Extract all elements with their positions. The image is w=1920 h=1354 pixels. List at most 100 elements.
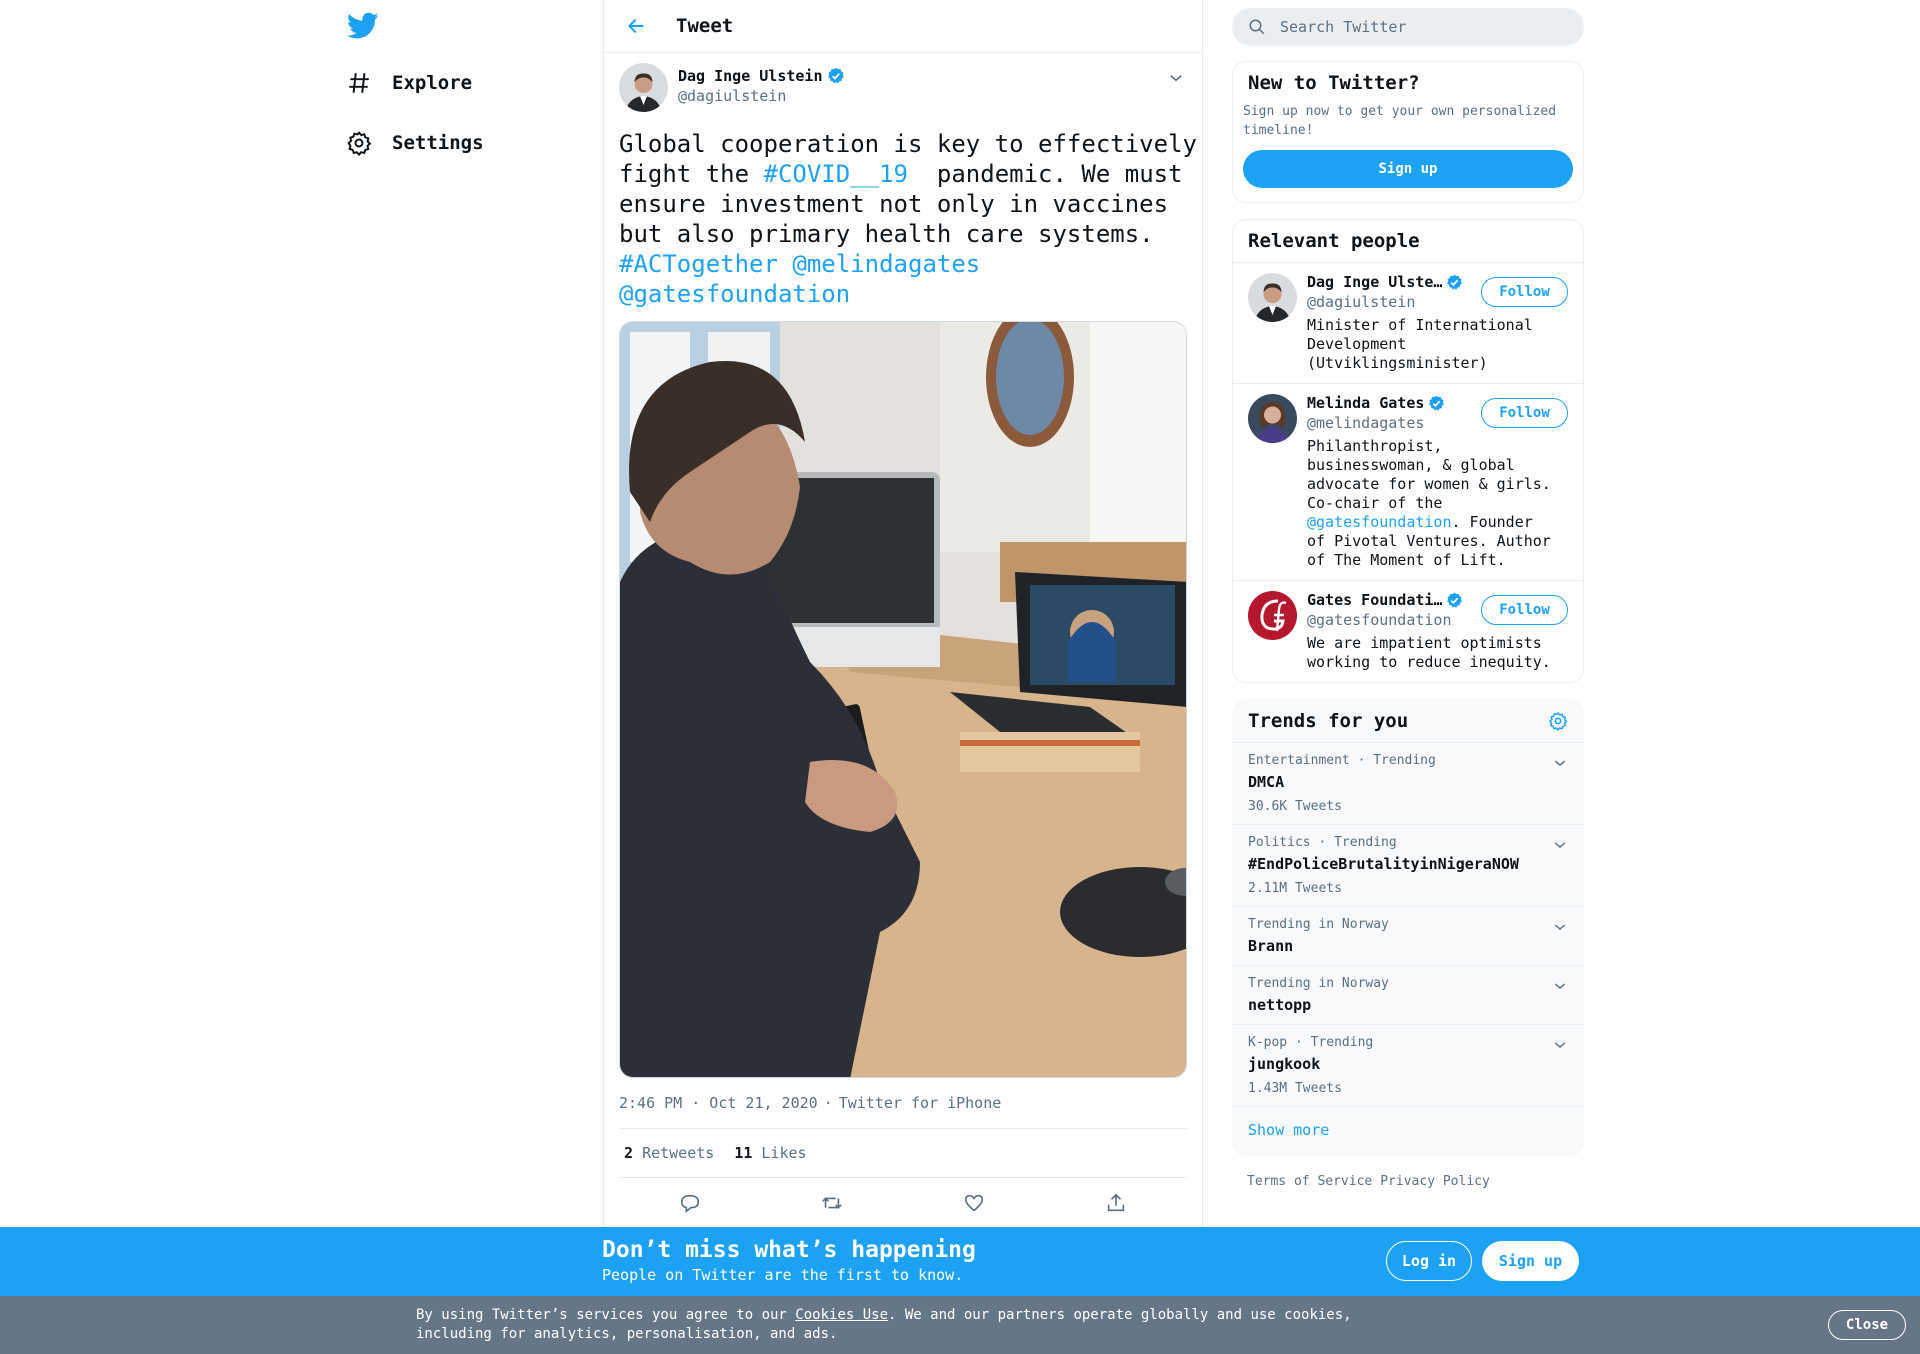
trend-name: nettopp	[1248, 996, 1312, 1014]
tweet-meta: 2:46 PM · Oct 21, 2020 · Twitter for iPh…	[619, 1092, 1187, 1114]
search-input[interactable]: Search Twitter	[1232, 8, 1584, 46]
search-icon	[1248, 18, 1266, 36]
chevron-down-icon[interactable]	[1552, 837, 1568, 853]
main-column: Tweet Dag Inge Ulstein @dagiulstein Glob…	[603, 0, 1203, 1354]
mention-link[interactable]: @melindagates	[792, 250, 980, 278]
hashtag-link[interactable]: #ACTogether	[619, 250, 778, 278]
follow-button[interactable]: Follow	[1481, 595, 1568, 625]
search-placeholder: Search Twitter	[1280, 18, 1407, 36]
reply-icon[interactable]	[673, 1186, 707, 1220]
trend-count: 2.11M Tweets	[1248, 881, 1342, 896]
hashtag-link[interactable]: #COVID__19	[764, 160, 909, 188]
signup-card: New to Twitter? Sign up now to get your …	[1232, 61, 1584, 203]
privacy-link[interactable]: Privacy Policy	[1380, 1174, 1490, 1189]
relevant-people-title: Relevant people	[1248, 230, 1420, 252]
nav-settings[interactable]: Settings	[346, 123, 484, 163]
trend-item[interactable]: Trending in Norway nettopp	[1233, 966, 1583, 1025]
person-item[interactable]: Melinda Gates @melindagates Philanthropi…	[1233, 383, 1583, 580]
chevron-down-icon[interactable]	[1552, 919, 1568, 935]
retweet-icon[interactable]	[815, 1186, 849, 1220]
tweet-stats: 2 Retweets 11 Likes	[619, 1128, 1187, 1178]
relevant-people-card: Relevant people Dag Inge Ulste… @dagiuls…	[1232, 219, 1584, 683]
avatar[interactable]	[1248, 591, 1297, 640]
trend-item[interactable]: Trending in Norway Brann	[1233, 907, 1583, 966]
twitter-bird-icon[interactable]	[347, 12, 379, 42]
chevron-down-icon[interactable]	[1552, 1037, 1568, 1053]
footer-links: Terms of Service Privacy Policy	[1232, 1156, 1584, 1189]
tweet-author: Dag Inge Ulstein @dagiulstein	[619, 63, 1187, 115]
trend-context: Trending in Norway	[1248, 976, 1389, 991]
trend-count: 30.6K Tweets	[1248, 799, 1342, 814]
trend-context: Trending in Norway	[1248, 917, 1389, 932]
verified-badge-icon	[1446, 592, 1463, 609]
retweets-stat[interactable]: 2 Retweets	[624, 1144, 714, 1162]
author-name[interactable]: Dag Inge Ulstein	[678, 67, 823, 85]
tweet: Dag Inge Ulstein @dagiulstein Global coo…	[604, 53, 1202, 1228]
avatar[interactable]	[1248, 394, 1297, 443]
nav-explore-label: Explore	[392, 72, 473, 94]
trend-name: jungkook	[1248, 1055, 1321, 1073]
page-title: Tweet	[676, 15, 734, 37]
person-item[interactable]: Gates Foundati… @gatesfoundation We are …	[1233, 580, 1583, 682]
terms-link[interactable]: Terms of Service	[1247, 1174, 1372, 1189]
meta-separator: ·	[823, 1094, 833, 1112]
trend-item[interactable]: Entertainment · Trending DMCA 30.6K Twee…	[1233, 743, 1583, 825]
show-more-link[interactable]: Show more	[1233, 1107, 1583, 1155]
trends-title: Trends for you	[1248, 710, 1409, 732]
verified-badge-icon	[1428, 395, 1445, 412]
cookie-banner: By using Twitter’s services you agree to…	[0, 1296, 1920, 1354]
chevron-down-icon[interactable]	[1552, 755, 1568, 771]
trend-context: Entertainment · Trending	[1248, 753, 1436, 768]
verified-badge-icon	[1446, 274, 1463, 291]
person-name[interactable]: Melinda Gates	[1307, 394, 1424, 412]
signup-card-button[interactable]: Sign up	[1243, 150, 1573, 188]
avatar[interactable]	[1248, 273, 1297, 322]
person-name[interactable]: Dag Inge Ulste…	[1307, 273, 1442, 291]
trend-item[interactable]: K-pop · Trending jungkook 1.43M Tweets	[1233, 1025, 1583, 1107]
person-item[interactable]: Dag Inge Ulste… @dagiulstein Minister of…	[1233, 262, 1583, 383]
tweet-photo[interactable]	[619, 321, 1187, 1078]
tweet-timestamp[interactable]: 2:46 PM · Oct 21, 2020	[619, 1094, 818, 1112]
trends-card: Trends for you Entertainment · Trending …	[1232, 699, 1584, 1156]
author-handle[interactable]: @dagiulstein	[678, 87, 845, 105]
chevron-down-icon[interactable]	[1167, 69, 1185, 87]
tweet-text: Global cooperation is key to effectively…	[619, 130, 1197, 308]
tweet-header: Tweet	[604, 0, 1202, 53]
trend-name: Brann	[1248, 937, 1294, 955]
close-button[interactable]: Close	[1828, 1310, 1906, 1340]
chevron-down-icon[interactable]	[1552, 978, 1568, 994]
banner-title: Don’t miss what’s happening	[602, 1237, 976, 1263]
back-arrow-icon[interactable]	[618, 8, 654, 44]
trend-name: #EndPoliceBrutalityinNigeraNOW	[1248, 855, 1519, 873]
verified-badge-icon	[827, 67, 845, 85]
cookies-use-link[interactable]: Cookies Use	[795, 1307, 888, 1323]
heart-icon[interactable]	[957, 1186, 991, 1220]
person-name[interactable]: Gates Foundati…	[1307, 591, 1442, 609]
left-navigation: Explore Settings	[340, 0, 600, 1354]
person-bio: We are impatient optimists working to re…	[1307, 634, 1551, 671]
person-bio: Minister of International Development (U…	[1307, 316, 1533, 372]
follow-button[interactable]: Follow	[1481, 277, 1568, 307]
trend-count: 1.43M Tweets	[1248, 1081, 1342, 1096]
person-bio: Philanthropist, businesswoman, & global …	[1307, 437, 1551, 569]
trend-name: DMCA	[1248, 773, 1285, 791]
likes-stat[interactable]: 11 Likes	[734, 1144, 806, 1162]
banner-subtitle: People on Twitter are the first to know.	[602, 1266, 964, 1284]
follow-button[interactable]: Follow	[1481, 398, 1568, 428]
gear-icon[interactable]	[1548, 711, 1568, 731]
nav-explore[interactable]: Explore	[346, 63, 472, 103]
cookie-text: By using Twitter’s services you agree to…	[416, 1307, 1352, 1342]
dont-miss-banner: Don’t miss what’s happening People on Tw…	[0, 1227, 1920, 1296]
login-button[interactable]: Log in	[1386, 1241, 1472, 1281]
signup-button[interactable]: Sign up	[1482, 1241, 1579, 1281]
hashtag-icon	[346, 70, 372, 96]
tweet-source[interactable]: Twitter for iPhone	[839, 1094, 1002, 1112]
trend-context: Politics · Trending	[1248, 835, 1397, 850]
right-sidebar: Search Twitter New to Twitter? Sign up n…	[1232, 0, 1584, 1189]
mention-link[interactable]: @gatesfoundation	[1307, 513, 1452, 531]
trend-item[interactable]: Politics · Trending #EndPoliceBrutalityi…	[1233, 825, 1583, 907]
author-avatar[interactable]	[619, 63, 668, 112]
share-icon[interactable]	[1099, 1186, 1133, 1220]
mention-link[interactable]: @gatesfoundation	[619, 280, 850, 308]
gear-icon	[346, 130, 372, 156]
